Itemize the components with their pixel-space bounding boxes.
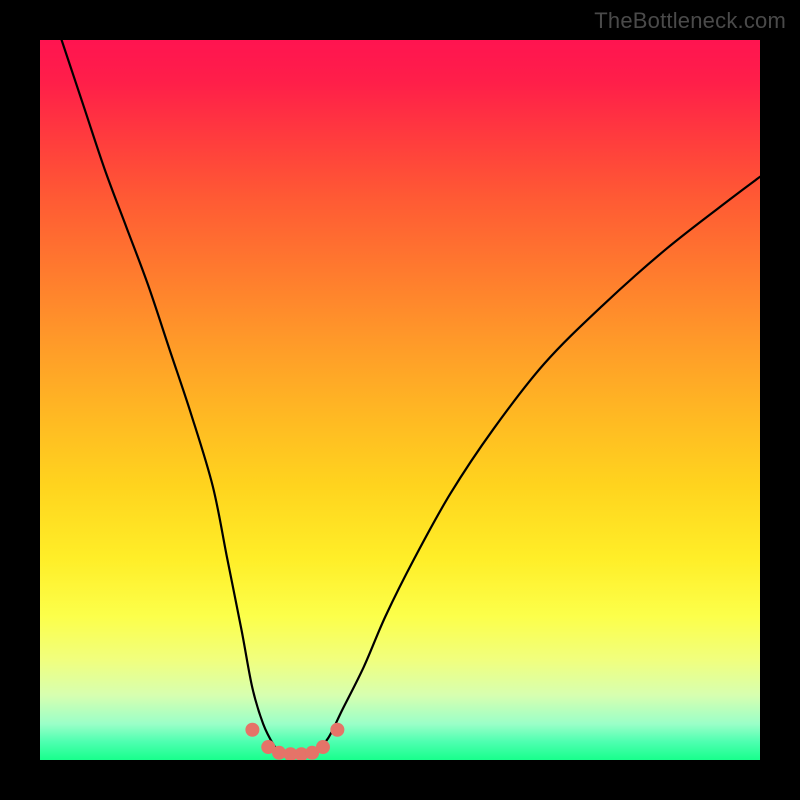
bottom-dot xyxy=(316,740,330,754)
chart-plot-area xyxy=(40,40,760,760)
left-branch-path xyxy=(62,40,282,754)
watermark-text: TheBottleneck.com xyxy=(594,8,786,34)
bottom-dot xyxy=(330,723,344,737)
right-branch-path xyxy=(314,177,760,754)
bottom-dot xyxy=(245,723,259,737)
curve-layer xyxy=(40,40,760,760)
bottom-dots-group xyxy=(245,723,344,760)
chart-frame: TheBottleneck.com xyxy=(0,0,800,800)
